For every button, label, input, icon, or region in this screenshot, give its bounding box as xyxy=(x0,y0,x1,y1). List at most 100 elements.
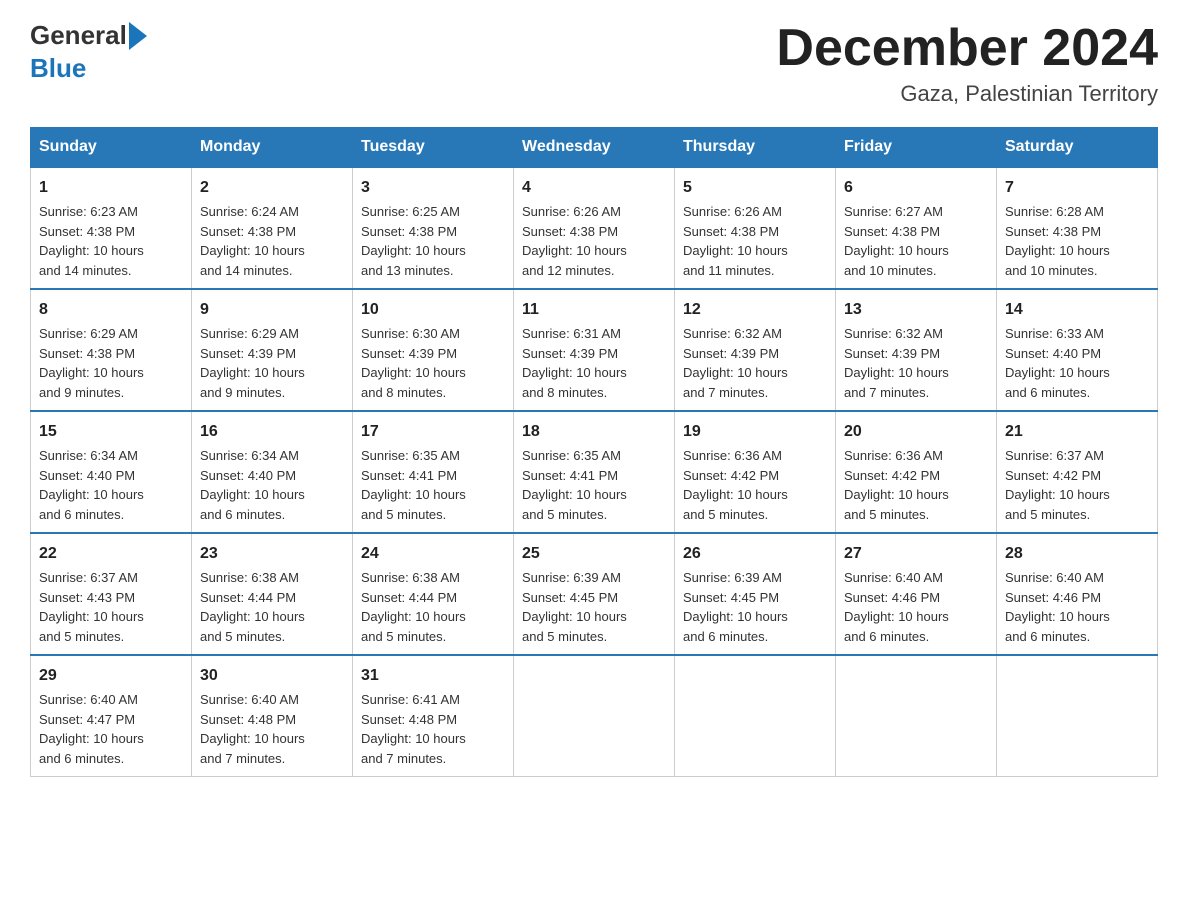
day-number: 28 xyxy=(1005,542,1149,566)
day-number: 5 xyxy=(683,176,827,200)
calendar-cell: 6Sunrise: 6:27 AMSunset: 4:38 PMDaylight… xyxy=(836,167,997,289)
calendar-cell: 7Sunrise: 6:28 AMSunset: 4:38 PMDaylight… xyxy=(997,167,1158,289)
logo-blue-text: Blue xyxy=(30,53,86,83)
calendar-cell: 21Sunrise: 6:37 AMSunset: 4:42 PMDayligh… xyxy=(997,411,1158,533)
calendar-row: 8Sunrise: 6:29 AMSunset: 4:38 PMDaylight… xyxy=(31,289,1158,411)
day-number: 22 xyxy=(39,542,183,566)
calendar-header: SundayMondayTuesdayWednesdayThursdayFrid… xyxy=(31,128,1158,168)
calendar-body: 1Sunrise: 6:23 AMSunset: 4:38 PMDaylight… xyxy=(31,167,1158,777)
calendar-cell: 18Sunrise: 6:35 AMSunset: 4:41 PMDayligh… xyxy=(514,411,675,533)
header-cell-wednesday: Wednesday xyxy=(514,128,675,168)
logo-general-text: General xyxy=(30,20,127,51)
day-info: Sunrise: 6:27 AMSunset: 4:38 PMDaylight:… xyxy=(844,202,988,280)
day-info: Sunrise: 6:36 AMSunset: 4:42 PMDaylight:… xyxy=(844,446,988,524)
header-row: SundayMondayTuesdayWednesdayThursdayFrid… xyxy=(31,128,1158,168)
day-number: 6 xyxy=(844,176,988,200)
day-number: 17 xyxy=(361,420,505,444)
title-block: December 2024 Gaza, Palestinian Territor… xyxy=(776,20,1158,107)
day-info: Sunrise: 6:39 AMSunset: 4:45 PMDaylight:… xyxy=(522,568,666,646)
page-header: General Blue December 2024 Gaza, Palesti… xyxy=(30,20,1158,107)
day-info: Sunrise: 6:28 AMSunset: 4:38 PMDaylight:… xyxy=(1005,202,1149,280)
day-info: Sunrise: 6:34 AMSunset: 4:40 PMDaylight:… xyxy=(200,446,344,524)
location-title: Gaza, Palestinian Territory xyxy=(776,81,1158,107)
day-number: 30 xyxy=(200,664,344,688)
day-info: Sunrise: 6:34 AMSunset: 4:40 PMDaylight:… xyxy=(39,446,183,524)
day-info: Sunrise: 6:32 AMSunset: 4:39 PMDaylight:… xyxy=(683,324,827,402)
day-number: 8 xyxy=(39,298,183,322)
day-number: 10 xyxy=(361,298,505,322)
calendar-row: 22Sunrise: 6:37 AMSunset: 4:43 PMDayligh… xyxy=(31,533,1158,655)
day-info: Sunrise: 6:25 AMSunset: 4:38 PMDaylight:… xyxy=(361,202,505,280)
day-info: Sunrise: 6:41 AMSunset: 4:48 PMDaylight:… xyxy=(361,690,505,768)
day-info: Sunrise: 6:26 AMSunset: 4:38 PMDaylight:… xyxy=(683,202,827,280)
day-number: 26 xyxy=(683,542,827,566)
header-cell-saturday: Saturday xyxy=(997,128,1158,168)
calendar-cell: 28Sunrise: 6:40 AMSunset: 4:46 PMDayligh… xyxy=(997,533,1158,655)
day-number: 21 xyxy=(1005,420,1149,444)
day-info: Sunrise: 6:33 AMSunset: 4:40 PMDaylight:… xyxy=(1005,324,1149,402)
month-title: December 2024 xyxy=(776,20,1158,77)
day-info: Sunrise: 6:39 AMSunset: 4:45 PMDaylight:… xyxy=(683,568,827,646)
calendar-cell: 14Sunrise: 6:33 AMSunset: 4:40 PMDayligh… xyxy=(997,289,1158,411)
calendar-cell: 29Sunrise: 6:40 AMSunset: 4:47 PMDayligh… xyxy=(31,655,192,777)
calendar-cell: 2Sunrise: 6:24 AMSunset: 4:38 PMDaylight… xyxy=(192,167,353,289)
day-info: Sunrise: 6:37 AMSunset: 4:42 PMDaylight:… xyxy=(1005,446,1149,524)
day-number: 1 xyxy=(39,176,183,200)
day-info: Sunrise: 6:26 AMSunset: 4:38 PMDaylight:… xyxy=(522,202,666,280)
header-cell-tuesday: Tuesday xyxy=(353,128,514,168)
calendar-cell: 17Sunrise: 6:35 AMSunset: 4:41 PMDayligh… xyxy=(353,411,514,533)
calendar-cell: 8Sunrise: 6:29 AMSunset: 4:38 PMDaylight… xyxy=(31,289,192,411)
day-number: 24 xyxy=(361,542,505,566)
day-number: 23 xyxy=(200,542,344,566)
calendar-cell: 20Sunrise: 6:36 AMSunset: 4:42 PMDayligh… xyxy=(836,411,997,533)
day-number: 15 xyxy=(39,420,183,444)
calendar-cell xyxy=(997,655,1158,777)
header-cell-friday: Friday xyxy=(836,128,997,168)
header-cell-monday: Monday xyxy=(192,128,353,168)
calendar-cell xyxy=(514,655,675,777)
day-number: 29 xyxy=(39,664,183,688)
day-number: 20 xyxy=(844,420,988,444)
day-number: 25 xyxy=(522,542,666,566)
calendar-cell: 19Sunrise: 6:36 AMSunset: 4:42 PMDayligh… xyxy=(675,411,836,533)
logo: General Blue xyxy=(30,20,149,84)
calendar-cell: 12Sunrise: 6:32 AMSunset: 4:39 PMDayligh… xyxy=(675,289,836,411)
calendar-cell: 3Sunrise: 6:25 AMSunset: 4:38 PMDaylight… xyxy=(353,167,514,289)
calendar-cell: 10Sunrise: 6:30 AMSunset: 4:39 PMDayligh… xyxy=(353,289,514,411)
calendar-row: 1Sunrise: 6:23 AMSunset: 4:38 PMDaylight… xyxy=(31,167,1158,289)
calendar-table: SundayMondayTuesdayWednesdayThursdayFrid… xyxy=(30,127,1158,777)
day-number: 14 xyxy=(1005,298,1149,322)
day-number: 2 xyxy=(200,176,344,200)
calendar-cell: 27Sunrise: 6:40 AMSunset: 4:46 PMDayligh… xyxy=(836,533,997,655)
calendar-cell xyxy=(675,655,836,777)
day-number: 7 xyxy=(1005,176,1149,200)
calendar-cell: 30Sunrise: 6:40 AMSunset: 4:48 PMDayligh… xyxy=(192,655,353,777)
day-info: Sunrise: 6:29 AMSunset: 4:39 PMDaylight:… xyxy=(200,324,344,402)
calendar-cell: 13Sunrise: 6:32 AMSunset: 4:39 PMDayligh… xyxy=(836,289,997,411)
day-info: Sunrise: 6:38 AMSunset: 4:44 PMDaylight:… xyxy=(200,568,344,646)
calendar-cell: 25Sunrise: 6:39 AMSunset: 4:45 PMDayligh… xyxy=(514,533,675,655)
day-info: Sunrise: 6:23 AMSunset: 4:38 PMDaylight:… xyxy=(39,202,183,280)
calendar-cell: 4Sunrise: 6:26 AMSunset: 4:38 PMDaylight… xyxy=(514,167,675,289)
day-number: 16 xyxy=(200,420,344,444)
calendar-cell: 1Sunrise: 6:23 AMSunset: 4:38 PMDaylight… xyxy=(31,167,192,289)
calendar-row: 29Sunrise: 6:40 AMSunset: 4:47 PMDayligh… xyxy=(31,655,1158,777)
day-info: Sunrise: 6:38 AMSunset: 4:44 PMDaylight:… xyxy=(361,568,505,646)
day-number: 4 xyxy=(522,176,666,200)
calendar-cell: 26Sunrise: 6:39 AMSunset: 4:45 PMDayligh… xyxy=(675,533,836,655)
day-number: 12 xyxy=(683,298,827,322)
day-info: Sunrise: 6:35 AMSunset: 4:41 PMDaylight:… xyxy=(522,446,666,524)
calendar-row: 15Sunrise: 6:34 AMSunset: 4:40 PMDayligh… xyxy=(31,411,1158,533)
day-info: Sunrise: 6:40 AMSunset: 4:47 PMDaylight:… xyxy=(39,690,183,768)
calendar-cell: 15Sunrise: 6:34 AMSunset: 4:40 PMDayligh… xyxy=(31,411,192,533)
day-number: 18 xyxy=(522,420,666,444)
calendar-cell: 16Sunrise: 6:34 AMSunset: 4:40 PMDayligh… xyxy=(192,411,353,533)
day-number: 31 xyxy=(361,664,505,688)
day-number: 27 xyxy=(844,542,988,566)
calendar-cell: 11Sunrise: 6:31 AMSunset: 4:39 PMDayligh… xyxy=(514,289,675,411)
day-info: Sunrise: 6:37 AMSunset: 4:43 PMDaylight:… xyxy=(39,568,183,646)
calendar-cell: 24Sunrise: 6:38 AMSunset: 4:44 PMDayligh… xyxy=(353,533,514,655)
day-number: 11 xyxy=(522,298,666,322)
day-info: Sunrise: 6:31 AMSunset: 4:39 PMDaylight:… xyxy=(522,324,666,402)
day-number: 3 xyxy=(361,176,505,200)
